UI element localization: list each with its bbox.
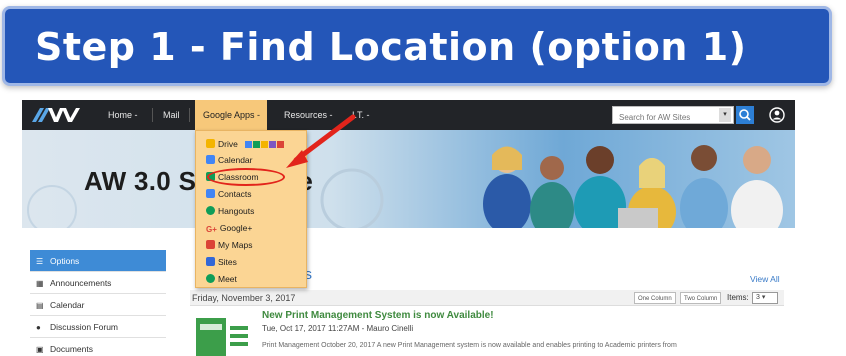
document-icon: ▣: [36, 345, 44, 354]
google-apps-dropdown: Drive Calendar Classroom Contacts Hangou…: [195, 130, 307, 288]
drawings-icon: [277, 141, 285, 148]
docs-icon: [245, 141, 253, 148]
sheets-icon: [253, 141, 261, 148]
forms-icon: [269, 141, 277, 148]
slide-banner: Step 1 - Find Location (option 1): [2, 6, 832, 86]
hangouts-icon: [206, 206, 215, 215]
chat-icon: ●: [36, 323, 41, 332]
chevron-down-icon[interactable]: ▾: [719, 108, 731, 122]
search-button[interactable]: [736, 106, 754, 124]
menu-item-drive[interactable]: Drive: [206, 137, 285, 151]
contacts-icon: [206, 189, 215, 198]
left-sidebar: ☰ Options ▦ Announcements ▤ Calendar ● Discu…: [30, 250, 166, 356]
top-navbar: Home - Mail Google Apps - Resources - I.…: [22, 100, 795, 130]
slide-title: Step 1 - Find Location (option 1): [35, 25, 747, 69]
items-select[interactable]: 3 ▾: [752, 292, 778, 304]
aw-logo[interactable]: [30, 106, 90, 124]
date-label: Friday, November 3, 2017: [192, 293, 296, 303]
items-label: Items:: [727, 293, 749, 302]
news-meta: Tue, Oct 17, 2017 11:27AM - Mauro Cinell…: [262, 324, 414, 333]
nav-mail[interactable]: Mail: [163, 100, 180, 130]
slide: Step 1 - Find Location (option 1) Home -…: [0, 0, 846, 356]
nav-divider: [152, 108, 153, 122]
nav-it[interactable]: I.T. -: [352, 100, 370, 130]
hero-banner: AW 3.0 Sue: [22, 130, 795, 228]
date-bar: Friday, November 3, 2017 One Column Two …: [190, 290, 784, 306]
slides-icon: [261, 141, 269, 148]
nav-resources[interactable]: Resources -: [284, 100, 333, 130]
calendar-icon: [206, 155, 215, 164]
announcement-icon: ▦: [36, 279, 44, 288]
sidebar-item-calendar[interactable]: ▤ Calendar: [30, 294, 166, 316]
menu-item-meet[interactable]: Meet: [206, 272, 237, 286]
sidebar-item-options[interactable]: ☰ Options: [30, 250, 166, 272]
sites-icon: [206, 257, 215, 266]
sidebar-item-documents[interactable]: ▣ Documents: [30, 338, 166, 356]
meet-icon: [206, 274, 215, 283]
printer-icon: [196, 318, 248, 356]
menu-item-google-plus[interactable]: G+ Google+: [206, 221, 252, 235]
news-title[interactable]: New Print Management System is now Avail…: [262, 310, 494, 321]
menu-item-contacts[interactable]: Contacts: [206, 187, 252, 201]
menu-item-hangouts[interactable]: Hangouts: [206, 204, 254, 218]
menu-item-sites[interactable]: Sites: [206, 255, 237, 269]
sidebar-item-discussion-forum[interactable]: ● Discussion Forum: [30, 316, 166, 338]
site-search: ▾: [612, 106, 734, 126]
google-plus-icon: G+: [206, 225, 217, 234]
calendar-icon: ▤: [36, 301, 44, 310]
menu-item-calendar[interactable]: Calendar: [206, 153, 253, 167]
nav-divider: [189, 108, 190, 122]
search-input[interactable]: [613, 109, 718, 126]
nav-google-apps[interactable]: Google Apps -: [195, 100, 267, 130]
website-screenshot: Home - Mail Google Apps - Resources - I.…: [22, 100, 795, 356]
user-icon[interactable]: [769, 107, 785, 123]
menu-item-my-maps[interactable]: My Maps: [206, 238, 252, 252]
sidebar-item-announcements[interactable]: ▦ Announcements: [30, 272, 166, 294]
maps-icon: [206, 240, 215, 249]
two-column-button[interactable]: Two Column: [680, 292, 722, 304]
list-icon: ☰: [36, 257, 44, 266]
one-column-button[interactable]: One Column: [634, 292, 676, 304]
search-icon: [739, 109, 751, 121]
drive-icon: [206, 139, 215, 148]
highlight-circle: [207, 168, 285, 186]
nav-home[interactable]: Home -: [108, 100, 138, 130]
view-all-link[interactable]: View All: [750, 274, 780, 284]
news-body: Print Management October 20, 2017 A new …: [262, 342, 677, 349]
